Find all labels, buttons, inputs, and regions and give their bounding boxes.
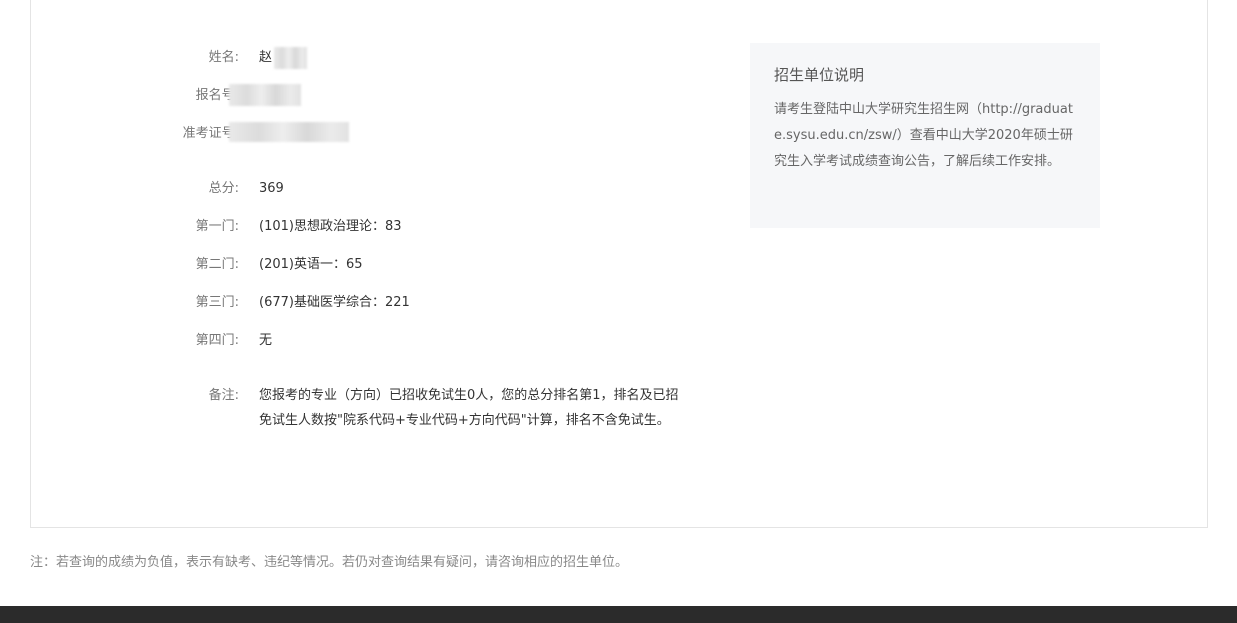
name-redaction xyxy=(274,47,307,69)
registration-number-redaction xyxy=(229,84,301,106)
admission-unit-notice-panel: 招生单位说明 请考生登陆中山大学研究生招生网（http://graduate.s… xyxy=(750,43,1100,228)
subject-3-label: 第三门: xyxy=(195,295,239,310)
notice-title: 招生单位说明 xyxy=(774,66,865,84)
total-score-value: 369 xyxy=(259,181,284,196)
total-score-label: 总分: xyxy=(208,181,239,196)
remark-value: 您报考的专业（方向）已招收免试生0人，您的总分排名第1，排名及已招免试生人数按"… xyxy=(259,388,679,428)
name-label: 姓名: xyxy=(208,50,239,65)
page-footer-bar xyxy=(0,606,1237,623)
name-visible-char: 赵 xyxy=(259,50,273,65)
footnote: 注：若查询的成绩为负值，表示有缺考、违纪等情况。若仍对查询结果有疑问，请咨询相应… xyxy=(30,555,629,570)
subject-2-value: (201)英语一：65 xyxy=(259,257,363,272)
notice-text: 请考生登陆中山大学研究生招生网（http://graduate.sysu.edu… xyxy=(774,102,1073,169)
exam-ticket-redaction xyxy=(229,122,349,142)
subject-2-label: 第二门: xyxy=(195,257,239,272)
exam-ticket-label: 准考证号: xyxy=(182,126,239,141)
subject-1-value: (101)思想政治理论：83 xyxy=(259,219,402,234)
subject-4-label: 第四门: xyxy=(195,333,239,348)
subject-4-value: 无 xyxy=(259,333,273,348)
name-value: 赵 xyxy=(259,45,272,70)
subject-1-label: 第一门: xyxy=(195,219,239,234)
remark-label: 备注: xyxy=(208,388,239,403)
score-result-card: 姓名: 赵 报名号: 准考证号: 总分: 369 第一门: (101)思想政治理… xyxy=(30,0,1208,528)
subject-3-value: (677)基础医学综合：221 xyxy=(259,295,410,310)
registration-number-label: 报名号: xyxy=(195,88,239,103)
